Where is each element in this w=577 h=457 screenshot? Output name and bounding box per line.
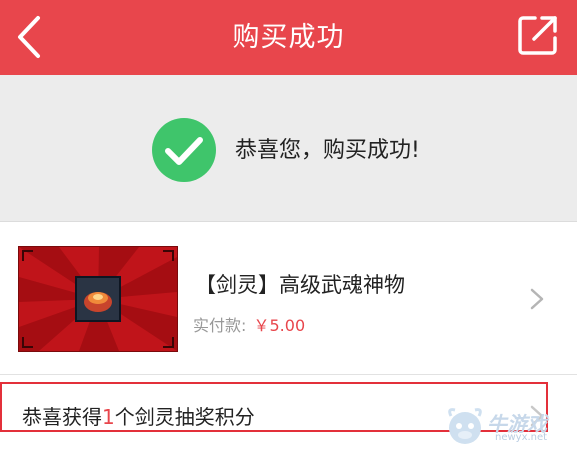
- reward-prefix: 恭喜获得: [22, 405, 102, 429]
- site-watermark: 牛游戏 newyx.net: [443, 400, 571, 452]
- product-card[interactable]: 【剑灵】高级武魂神物 实付款: ￥5.00: [0, 221, 577, 375]
- page-title: 购买成功: [232, 22, 345, 53]
- reward-suffix: 个剑灵抽奖积分: [114, 405, 255, 429]
- watermark-domain: newyx.net: [495, 432, 548, 443]
- price-value: ￥5.00: [253, 316, 306, 335]
- success-banner: 恭喜您，购买成功!: [0, 75, 577, 221]
- check-circle-icon: [152, 118, 216, 182]
- price-row: 实付款: ￥5.00: [193, 312, 305, 336]
- share-external-icon: [518, 16, 557, 55]
- top-bar: 购买成功: [0, 0, 577, 75]
- product-title: 【剑灵】高级武魂神物: [195, 273, 405, 297]
- cow-logo-icon: [448, 408, 482, 444]
- success-message: 恭喜您，购买成功!: [235, 138, 420, 163]
- product-thumbnail: [18, 246, 178, 352]
- price-label: 实付款:: [193, 316, 247, 335]
- reward-text: 恭喜获得1个剑灵抽奖积分: [22, 401, 255, 430]
- reward-count: 1: [102, 405, 115, 429]
- share-button[interactable]: [515, 12, 561, 58]
- chevron-right-icon: [530, 288, 544, 310]
